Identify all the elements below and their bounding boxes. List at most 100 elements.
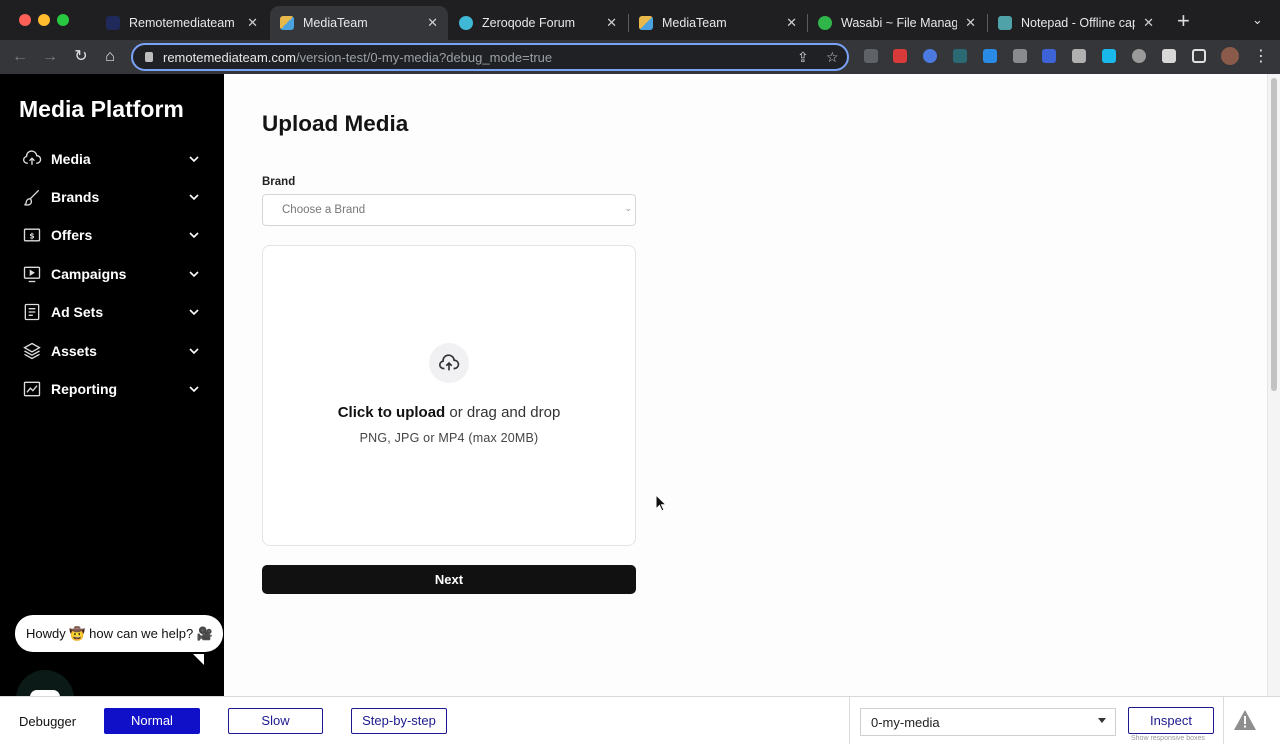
- sidebar-item-assets[interactable]: Assets: [22, 340, 200, 362]
- sidebar-item-ad-sets[interactable]: Ad Sets: [22, 301, 200, 323]
- sidebar-item-offers[interactable]: $ Offers: [22, 224, 200, 246]
- chevron-down-icon: [189, 232, 199, 239]
- close-tab-icon[interactable]: ✕: [965, 15, 976, 31]
- browser-tab[interactable]: Notepad - Offline capa ✕: [988, 6, 1164, 40]
- sidebar-item-reporting[interactable]: Reporting: [22, 378, 200, 400]
- chevron-down-icon: [189, 348, 199, 355]
- chart-line-icon: [23, 381, 41, 397]
- main-content: Upload Media Brand Choose a Brand ⌄ Clic…: [224, 74, 1267, 696]
- brand-field-label: Brand: [262, 176, 296, 188]
- browser-tab[interactable]: Zeroqode Forum ✕: [449, 6, 627, 40]
- browser-tab-active[interactable]: MediaTeam ✕: [270, 6, 448, 40]
- page-scrollbar[interactable]: [1267, 74, 1280, 696]
- camera-extension-icon[interactable]: [1013, 49, 1027, 63]
- layers-icon: [23, 342, 41, 360]
- address-bar[interactable]: remotemediateam.com/version-test/0-my-me…: [131, 43, 849, 71]
- teal-extension-icon[interactable]: [953, 49, 967, 63]
- show-responsive-boxes-link[interactable]: Show responsive boxes: [1131, 735, 1205, 742]
- close-tab-icon[interactable]: ✕: [247, 15, 258, 31]
- file-upload-dropzone[interactable]: Click to upload or drag and drop PNG, JP…: [262, 245, 636, 546]
- chevron-down-icon: [189, 156, 199, 163]
- next-button[interactable]: Next: [262, 565, 636, 594]
- back-button[interactable]: ←: [9, 46, 31, 68]
- tab-title: Zeroqode Forum: [482, 16, 576, 30]
- close-tab-icon[interactable]: ✕: [427, 15, 438, 31]
- dropdown-caret-icon: [1098, 718, 1106, 723]
- home-button[interactable]: ⌂: [99, 46, 121, 68]
- sidebar-item-label: Offers: [51, 227, 93, 243]
- drag-drop-text: or drag and drop: [449, 404, 561, 421]
- blue-circle-extension-icon[interactable]: [923, 49, 937, 63]
- red-extension-icon[interactable]: [893, 49, 907, 63]
- close-tab-icon[interactable]: ✕: [1143, 15, 1154, 31]
- tab-title: Notepad - Offline capa: [1021, 16, 1136, 30]
- url-text: remotemediateam.com/version-test/0-my-me…: [163, 50, 552, 65]
- brand-select-placeholder: Choose a Brand: [282, 204, 366, 216]
- tag-extension-icon[interactable]: [1042, 49, 1056, 63]
- bookmark-star-icon[interactable]: ☆: [826, 49, 839, 66]
- upload-instruction: Click to upload or drag and drop: [263, 404, 635, 421]
- chevron-down-icon: [189, 271, 199, 278]
- tab-title: MediaTeam: [662, 16, 727, 30]
- debug-page-select[interactable]: 0-my-media: [860, 708, 1116, 736]
- chevron-down-icon: [189, 386, 199, 393]
- browser-tab[interactable]: Remotemediateam | Bu ✕: [96, 6, 268, 40]
- sidebar-item-label: Campaigns: [51, 266, 127, 282]
- debugger-divider: [1223, 697, 1224, 744]
- page-title: Upload Media: [262, 111, 409, 136]
- reload-button[interactable]: ↻: [70, 46, 92, 68]
- new-tab-button[interactable]: +: [1177, 8, 1190, 34]
- barcode-extension-icon[interactable]: [1072, 49, 1086, 63]
- browser-tab[interactable]: Wasabi ~ File Manager ✕: [808, 6, 986, 40]
- forward-button[interactable]: →: [39, 46, 61, 68]
- debug-mode-step-button[interactable]: Step-by-step: [351, 708, 447, 734]
- profile-avatar[interactable]: [1221, 47, 1239, 65]
- cloud-upload-icon: [23, 150, 42, 165]
- debug-mode-normal-button[interactable]: Normal: [104, 708, 200, 734]
- chat-greeting-text: Howdy 🤠 how can we help? 🎥: [26, 625, 214, 641]
- puzzle-extensions-icon[interactable]: [1162, 49, 1176, 63]
- play-screen-icon: [23, 266, 41, 283]
- warning-icon[interactable]: [1233, 709, 1257, 731]
- brand-select[interactable]: Choose a Brand ⌄: [262, 194, 636, 226]
- close-window-button[interactable]: [19, 14, 31, 26]
- browser-tab[interactable]: MediaTeam ✕: [629, 6, 807, 40]
- sidebar-item-brands[interactable]: Brands: [22, 186, 200, 208]
- inspect-button[interactable]: Inspect: [1128, 707, 1214, 734]
- share-icon[interactable]: ⇪: [797, 49, 809, 66]
- minimize-window-button[interactable]: [38, 14, 50, 26]
- debug-mode-slow-button[interactable]: Slow: [228, 708, 323, 734]
- sidebar-item-media[interactable]: Media: [22, 148, 200, 170]
- scrollbar-thumb[interactable]: [1271, 78, 1277, 391]
- svg-text:$: $: [29, 231, 34, 240]
- mouse-cursor-icon: [655, 494, 667, 512]
- tab-title: Wasabi ~ File Manager: [841, 16, 958, 30]
- debugger-divider: [849, 697, 850, 744]
- sidebar-item-label: Media: [51, 151, 91, 167]
- sidebar: Media Platform Media Brands $ Offers Cam…: [0, 74, 224, 710]
- sidebar-item-label: Ad Sets: [51, 304, 104, 320]
- debugger-label: Debugger: [19, 714, 77, 729]
- close-tab-icon[interactable]: ✕: [606, 15, 617, 31]
- download-icon[interactable]: [1132, 49, 1146, 63]
- browser-menu-icon[interactable]: ⋮: [1250, 46, 1272, 68]
- tab-favicon: [280, 16, 294, 30]
- tab-search-chevron-icon[interactable]: ⌄: [1252, 12, 1263, 28]
- sidebar-item-campaigns[interactable]: Campaigns: [22, 263, 200, 285]
- vimeo-extension-icon[interactable]: [1102, 49, 1116, 63]
- tab-favicon: [998, 16, 1012, 30]
- gem-extension-icon[interactable]: [983, 49, 997, 63]
- tab-favicon: [106, 16, 120, 30]
- chevron-down-icon: ⌄: [624, 203, 632, 213]
- close-tab-icon[interactable]: ✕: [786, 15, 797, 31]
- side-panel-icon[interactable]: [1192, 49, 1206, 63]
- dollar-bill-icon: $: [23, 228, 41, 242]
- maximize-window-button[interactable]: [57, 14, 69, 26]
- tab-favicon: [639, 16, 653, 30]
- tab-title: Remotemediateam | Bu: [129, 16, 239, 30]
- tab-favicon: [459, 16, 473, 30]
- click-to-upload-link[interactable]: Click to upload: [338, 404, 446, 421]
- pen-extension-icon[interactable]: [864, 49, 878, 63]
- chat-greeting-bubble[interactable]: Howdy 🤠 how can we help? 🎥: [15, 615, 223, 652]
- app-brand-title: Media Platform: [19, 96, 184, 122]
